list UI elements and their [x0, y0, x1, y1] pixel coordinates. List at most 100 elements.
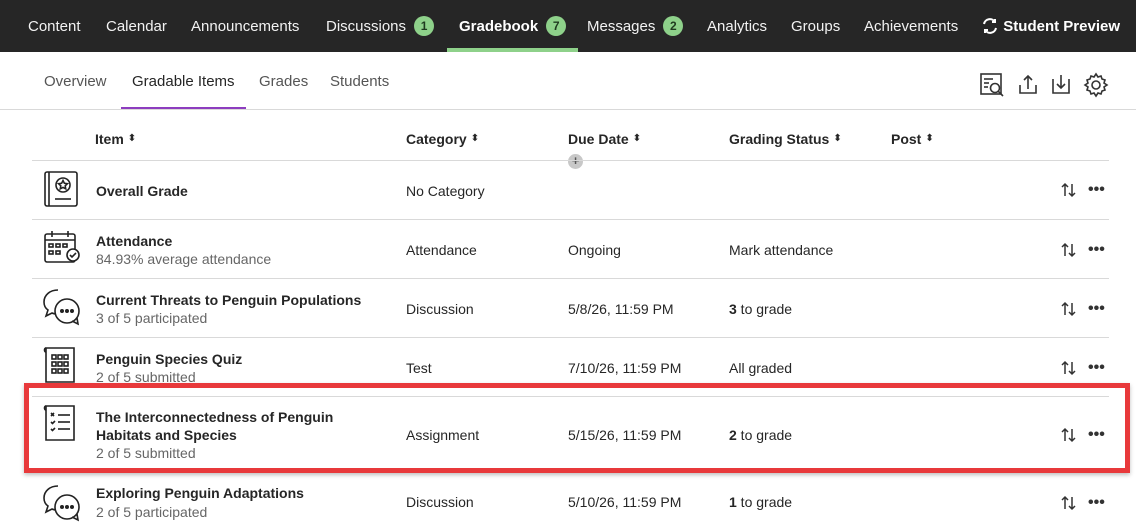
item-title[interactable]: Exploring Penguin Adaptations [96, 484, 304, 502]
nav-label: Discussions [326, 17, 407, 35]
gradebook-badge: 7 [546, 16, 567, 36]
nav-label: Calendar [106, 17, 167, 35]
more-options-icon[interactable]: ••• [1088, 301, 1108, 320]
reorder-icon[interactable] [1060, 241, 1078, 259]
gradebook-tabs: Overview Gradable Items Grades Students [0, 52, 1136, 110]
item-grading-status[interactable]: 2 to grade [729, 427, 792, 443]
status-text: to grade [736, 301, 793, 317]
item-due-date: 7/10/26, 11:59 PM [568, 360, 682, 376]
status-count: 1 [729, 494, 737, 510]
tab-overview[interactable]: Overview [44, 52, 107, 110]
header-label: Item [95, 131, 124, 147]
nav-analytics[interactable]: Analytics [707, 0, 767, 52]
nav-label: Messages [587, 17, 656, 35]
item-category: Discussion [406, 301, 474, 317]
tab-students[interactable]: Students [330, 52, 389, 110]
tab-label: Overview [44, 72, 107, 90]
item-grading-status[interactable]: 3 to grade [729, 301, 792, 317]
status-count: 2 [729, 427, 737, 443]
column-header-category[interactable]: Category ⬍ [406, 131, 479, 147]
item-grading-status[interactable]: All graded [729, 360, 792, 376]
more-options-icon[interactable]: ••• [1088, 182, 1108, 201]
sort-icon: ⬍ [833, 133, 842, 144]
upload-icon[interactable] [1015, 72, 1041, 98]
sort-icon: ⬍ [925, 133, 934, 144]
table-row[interactable]: Attendance 84.93% average attendance Att… [0, 220, 1136, 278]
nav-achievements[interactable]: Achievements [864, 0, 958, 52]
reorder-icon[interactable] [1060, 359, 1078, 377]
reorder-icon[interactable] [1060, 494, 1078, 512]
more-options-icon[interactable]: ••• [1088, 360, 1108, 379]
item-category: Attendance [406, 242, 477, 258]
more-options-icon[interactable]: ••• [1088, 495, 1108, 514]
status-count: 3 [729, 301, 737, 317]
nav-gradebook[interactable]: Gradebook 7 [446, 0, 579, 52]
item-title[interactable]: Penguin Species Quiz [96, 350, 242, 368]
item-category: No Category [406, 183, 485, 199]
item-due-date: 5/15/26, 11:59 PM [568, 427, 682, 443]
table-row[interactable]: Penguin Species Quiz 2 of 5 submitted Te… [0, 338, 1136, 396]
nav-content[interactable]: Content [28, 0, 81, 52]
item-subtitle: 2 of 5 submitted [96, 369, 196, 385]
nav-calendar[interactable]: Calendar [106, 0, 167, 52]
search-grades-icon[interactable] [979, 72, 1005, 98]
item-title[interactable]: Current Threats to Penguin Populations [96, 291, 361, 309]
table-row[interactable]: Exploring Penguin Adaptations 2 of 5 par… [0, 478, 1136, 527]
attendance-calendar-icon [44, 231, 80, 263]
item-title[interactable]: Overall Grade [96, 182, 188, 200]
column-header-post[interactable]: Post ⬍ [891, 131, 934, 147]
table-row[interactable]: The Interconnectedness of Penguin Habita… [0, 397, 1136, 473]
status-text: All graded [729, 360, 793, 376]
settings-gear-icon[interactable] [1083, 72, 1109, 98]
sort-icon: ⬍ [470, 133, 480, 144]
download-icon[interactable] [1048, 72, 1074, 98]
item-due-date: Ongoing [568, 242, 621, 258]
nav-label: Groups [791, 17, 841, 35]
student-preview-button[interactable]: Student Preview [981, 0, 1120, 52]
tab-label: Grades [259, 72, 309, 90]
header-label: Due Date [568, 131, 629, 147]
column-header-due-date[interactable]: Due Date ⬍ [568, 131, 641, 147]
nav-label: Achievements [864, 17, 959, 35]
nav-label: Announcements [191, 17, 300, 35]
messages-badge: 2 [663, 16, 684, 36]
item-category: Test [406, 360, 432, 376]
tab-grades[interactable]: Grades [259, 52, 308, 110]
tabs-divider [0, 109, 1136, 110]
item-subtitle: 84.93% average attendance [96, 251, 272, 267]
item-title-continued[interactable]: Habitats and Species [96, 426, 237, 444]
nav-groups[interactable]: Groups [791, 0, 840, 52]
overall-grade-icon [44, 171, 78, 207]
nav-discussions[interactable]: Discussions 1 [326, 0, 435, 52]
discussion-icon [43, 289, 80, 326]
tab-label: Students [330, 72, 390, 90]
discussions-badge: 1 [414, 16, 435, 36]
more-options-icon[interactable]: ••• [1088, 242, 1108, 261]
reorder-icon[interactable] [1060, 181, 1078, 199]
item-title[interactable]: Attendance [96, 232, 172, 250]
column-header-grading-status[interactable]: Grading Status ⬍ [729, 131, 842, 147]
item-subtitle: 2 of 5 submitted [96, 445, 196, 461]
column-header-item[interactable]: Item ⬍ [95, 131, 136, 147]
top-navigation: Content Calendar Announcements Discussio… [0, 0, 1136, 52]
reorder-icon[interactable] [1060, 300, 1078, 318]
nav-messages[interactable]: Messages 2 [587, 0, 684, 52]
test-icon [43, 347, 75, 383]
discussion-icon [43, 485, 80, 522]
table-row[interactable]: Overall Grade No Category ••• [0, 161, 1136, 219]
item-grading-status[interactable]: 1 to grade [729, 494, 792, 510]
more-options-icon[interactable]: ••• [1088, 427, 1108, 446]
tab-label: Gradable Items [132, 72, 235, 90]
item-title[interactable]: The Interconnectedness of Penguin [96, 408, 333, 426]
nav-announcements[interactable]: Announcements [191, 0, 299, 52]
item-grading-status[interactable]: Mark attendance [729, 242, 833, 258]
item-subtitle: 2 of 5 participated [96, 504, 208, 520]
nav-label: Content [28, 17, 81, 35]
tab-gradable-items[interactable]: Gradable Items [121, 52, 246, 110]
nav-label: Analytics [707, 17, 768, 35]
header-label: Category [406, 131, 467, 147]
reorder-icon[interactable] [1060, 426, 1078, 444]
table-row[interactable]: Current Threats to Penguin Populations 3… [0, 279, 1136, 337]
item-due-date: 5/8/26, 11:59 PM [568, 301, 674, 317]
item-subtitle: 3 of 5 participated [96, 310, 208, 326]
